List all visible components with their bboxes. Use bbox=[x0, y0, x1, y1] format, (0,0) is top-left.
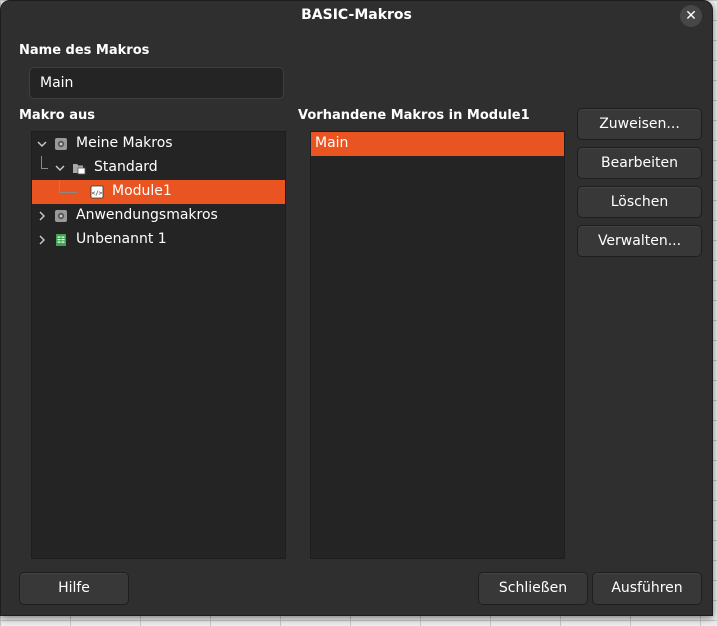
spreadsheet-icon bbox=[56, 234, 66, 246]
chevron-right-icon[interactable] bbox=[37, 235, 47, 245]
existing-macros-label: Vorhandene Makros in Module1 bbox=[298, 108, 530, 123]
run-button[interactable]: Ausführen bbox=[592, 572, 702, 605]
existing-macros-list[interactable]: Main bbox=[310, 131, 565, 559]
library-icon bbox=[55, 138, 67, 150]
close-button[interactable]: Schließen bbox=[478, 572, 588, 605]
macro-list-item-label: Main bbox=[315, 135, 349, 151]
help-button[interactable]: Hilfe bbox=[19, 572, 129, 605]
manage-button[interactable]: Verwalten... bbox=[577, 225, 702, 257]
tree-item-unbenannt-1[interactable]: Unbenannt 1 bbox=[32, 228, 285, 252]
tree-item-standard[interactable]: Standard bbox=[32, 156, 285, 180]
tree-item-meine-makros[interactable]: Meine Makros bbox=[32, 132, 285, 156]
tree-item-label: Standard bbox=[94, 159, 158, 175]
assign-button[interactable]: Zuweisen... bbox=[577, 108, 702, 140]
delete-button[interactable]: Löschen bbox=[577, 186, 702, 218]
macro-library-tree[interactable]: Meine Makros Standard </> Module1 Anwend… bbox=[31, 131, 286, 559]
macro-name-input[interactable]: Main bbox=[29, 67, 284, 99]
chevron-right-icon[interactable] bbox=[37, 211, 47, 221]
tree-item-label: Meine Makros bbox=[76, 135, 173, 151]
tree-connector-line bbox=[59, 180, 77, 193]
folder-icon bbox=[73, 164, 86, 175]
dialog-title: BASIC-Makros bbox=[301, 7, 412, 23]
module-icon: </> bbox=[90, 185, 104, 199]
macro-from-label: Makro aus bbox=[19, 108, 95, 123]
tree-item-anwendungsmakros[interactable]: Anwendungsmakros bbox=[32, 204, 285, 228]
svg-text:</>: </> bbox=[92, 190, 103, 197]
edit-button[interactable]: Bearbeiten bbox=[577, 147, 702, 179]
close-icon[interactable]: ✕ bbox=[680, 5, 702, 27]
tree-item-module1[interactable]: </> Module1 bbox=[32, 180, 285, 204]
title-bar: BASIC-Makros ✕ bbox=[1, 1, 712, 31]
tree-item-label: Anwendungsmakros bbox=[76, 207, 218, 223]
tree-item-label: Unbenannt 1 bbox=[76, 231, 167, 247]
macro-name-label: Name des Makros bbox=[19, 43, 150, 58]
macro-list-item-main[interactable]: Main bbox=[311, 132, 564, 156]
chevron-down-icon[interactable] bbox=[55, 163, 65, 173]
chevron-down-icon[interactable] bbox=[37, 139, 47, 149]
tree-item-label: Module1 bbox=[112, 183, 172, 199]
library-icon bbox=[55, 210, 67, 222]
basic-macros-dialog: BASIC-Makros ✕ Name des Makros Main Makr… bbox=[0, 0, 713, 616]
